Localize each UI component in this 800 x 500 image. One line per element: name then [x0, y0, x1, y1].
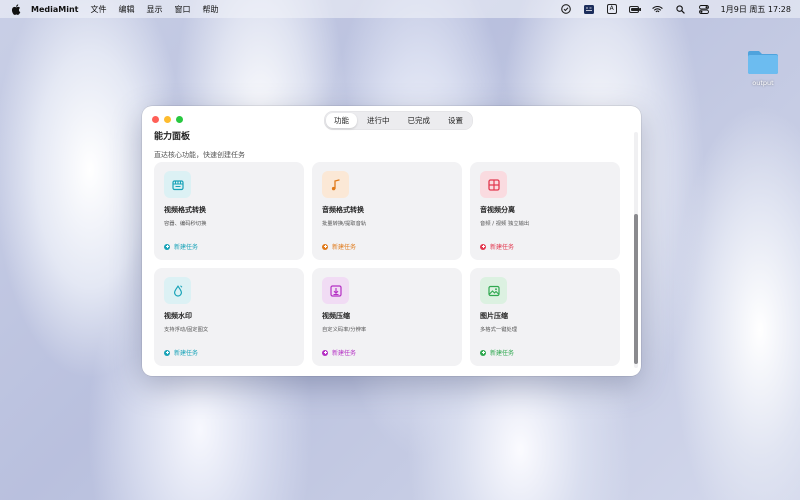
plus-circle-icon	[480, 349, 486, 356]
plus-circle-icon	[164, 349, 170, 356]
image-icon	[480, 277, 507, 304]
vertical-scrollbar[interactable]	[634, 132, 638, 368]
app-window: 功能 进行中 已完成 设置 能力面板 直达核心功能，快速创建任务 视频格式转换 …	[142, 106, 641, 376]
main-content: 能力面板 直达核心功能，快速创建任务 视频格式转换 容器、编码秒切换 新建任务	[154, 128, 631, 366]
plus-circle-icon	[322, 349, 328, 356]
card-desc: 多格式一键处理	[480, 327, 518, 333]
menubar-clock[interactable]: 1月9日 周五 17:28	[721, 4, 791, 15]
new-task-label: 新建任务	[490, 350, 515, 357]
music-note-icon	[322, 171, 349, 198]
folder-label: output	[752, 79, 774, 87]
control-center-icon[interactable]	[698, 3, 710, 15]
card-title: 视频压缩	[322, 312, 350, 320]
new-task-button[interactable]: 新建任务	[164, 348, 198, 357]
tab-completed[interactable]: 已完成	[400, 113, 439, 128]
spotlight-search-icon[interactable]	[675, 3, 687, 15]
plus-circle-icon	[322, 243, 328, 250]
zoom-window-button[interactable]	[176, 116, 183, 123]
keyboard-input-icon[interactable]	[583, 3, 595, 15]
new-task-button[interactable]: 新建任务	[322, 242, 356, 251]
feature-card-video-convert[interactable]: 视频格式转换 容器、编码秒切换 新建任务	[154, 162, 304, 260]
tab-settings[interactable]: 设置	[440, 113, 471, 128]
input-source-icon[interactable]: A	[606, 3, 618, 15]
close-window-button[interactable]	[152, 116, 159, 123]
card-desc: 批量转换/提取音轨	[322, 221, 367, 227]
app-menu-name[interactable]: MediaMint	[31, 5, 78, 14]
folder-icon	[748, 51, 778, 74]
plus-circle-icon	[480, 243, 486, 250]
video-convert-icon	[164, 171, 191, 198]
new-task-label: 新建任务	[174, 244, 199, 251]
new-task-button[interactable]: 新建任务	[480, 242, 514, 251]
apple-logo-icon[interactable]	[11, 3, 23, 15]
new-task-label: 新建任务	[490, 244, 515, 251]
new-task-label: 新建任务	[332, 350, 357, 357]
feature-card-image-compress[interactable]: 图片压缩 多格式一键处理 新建任务	[470, 268, 620, 366]
water-drop-icon	[164, 277, 191, 304]
tab-in-progress[interactable]: 进行中	[359, 113, 398, 128]
card-desc: 音频 / 视频 独立输出	[480, 221, 530, 227]
dropbox-status-icon[interactable]	[560, 3, 572, 15]
card-desc: 自定义码率/分辨率	[322, 327, 367, 333]
menu-file[interactable]: 文件	[90, 4, 106, 15]
wifi-icon[interactable]	[652, 3, 664, 15]
feature-card-av-split[interactable]: 音视频分离 音频 / 视频 独立输出 新建任务	[470, 162, 620, 260]
new-task-label: 新建任务	[174, 350, 199, 357]
tab-features[interactable]: 功能	[326, 113, 357, 128]
split-grid-icon	[480, 171, 507, 198]
card-title: 视频格式转换	[164, 206, 206, 214]
menu-help[interactable]: 帮助	[202, 4, 218, 15]
menu-edit[interactable]: 编辑	[118, 4, 134, 15]
page-title: 能力面板	[154, 132, 191, 142]
card-title: 音视频分离	[480, 206, 515, 214]
card-title: 图片压缩	[480, 312, 508, 320]
card-title: 音频格式转换	[322, 206, 364, 214]
battery-icon[interactable]	[628, 3, 641, 15]
card-desc: 支持浮动/固定图文	[164, 327, 209, 333]
card-desc: 容器、编码秒切换	[164, 221, 207, 227]
feature-card-grid: 视频格式转换 容器、编码秒切换 新建任务 音频格式转换 批量转换/提取音轨 新建…	[154, 162, 620, 366]
compress-down-icon	[322, 277, 349, 304]
feature-card-video-watermark[interactable]: 视频水印 支持浮动/固定图文 新建任务	[154, 268, 304, 366]
new-task-label: 新建任务	[332, 244, 357, 251]
desktop-folder-output[interactable]: output	[742, 48, 784, 87]
menu-window[interactable]: 窗口	[174, 4, 190, 15]
new-task-button[interactable]: 新建任务	[322, 348, 356, 357]
minimize-window-button[interactable]	[164, 116, 171, 123]
new-task-button[interactable]: 新建任务	[480, 348, 514, 357]
menu-view[interactable]: 显示	[146, 4, 162, 15]
card-title: 视频水印	[164, 312, 192, 320]
menu-bar: MediaMint 文件 编辑 显示 窗口 帮助 A 1月9日 周五 17:28	[0, 0, 800, 18]
feature-card-video-compress[interactable]: 视频压缩 自定义码率/分辨率 新建任务	[312, 268, 462, 366]
page-subtitle: 直达核心功能，快速创建任务	[154, 151, 245, 159]
plus-circle-icon	[164, 243, 170, 250]
scrollbar-thumb[interactable]	[634, 214, 638, 364]
window-controls	[152, 116, 183, 123]
new-task-button[interactable]: 新建任务	[164, 242, 198, 251]
feature-card-audio-convert[interactable]: 音频格式转换 批量转换/提取音轨 新建任务	[312, 162, 462, 260]
